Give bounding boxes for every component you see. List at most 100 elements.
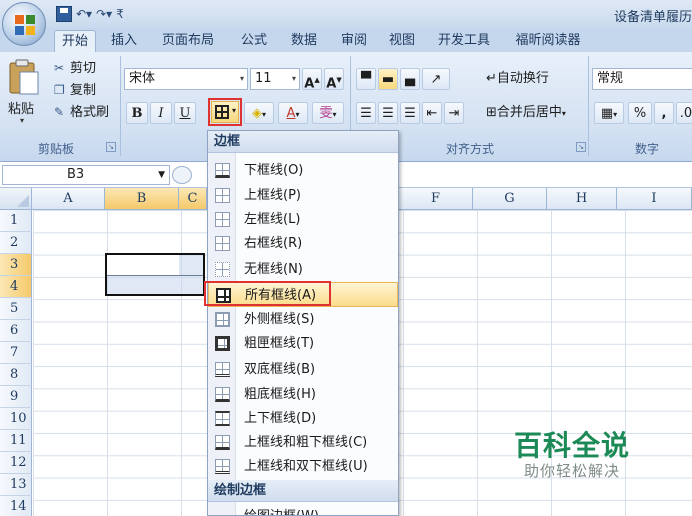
percent-button[interactable]: % [628,102,652,124]
comma-button[interactable]: , [654,102,674,124]
column-header[interactable]: C [179,188,207,210]
merge-center-label: 合并后居中 [496,105,562,120]
orientation-icon[interactable]: ↗ [422,68,450,90]
menu-item-no-border[interactable]: 无框线(N) [208,257,398,282]
paste-dropdown-icon[interactable]: ▾ [20,116,24,125]
menu-item-label: 双底框线(B) [244,362,316,377]
row-header[interactable]: 6 [0,320,32,342]
row-header[interactable]: 13 [0,474,32,496]
save-icon[interactable] [56,6,72,22]
menu-item-left-border[interactable]: 左框线(L) [208,207,398,232]
copy-button[interactable]: ❐ 复制 [54,80,96,100]
office-button[interactable] [2,2,46,46]
menu-item-right-border[interactable]: 右框线(R) [208,231,398,256]
grow-font-button[interactable]: A▲ [302,68,322,91]
tab-developer[interactable]: 开发工具 [432,30,496,52]
align-right-icon[interactable]: ☰ [400,102,420,124]
number-group-label: 数字 [634,142,659,156]
redo-icon[interactable]: ↷▾ [96,7,112,21]
menu-item-top-thick-bottom-border[interactable]: 上框线和粗下框线(C) [208,430,398,455]
currency-icon: ▦ [600,106,614,121]
tab-formulas[interactable]: 公式 [236,30,272,52]
tab-view[interactable]: 视图 [384,30,420,52]
row-header[interactable]: 10 [0,408,32,430]
watermark-title: 百科全说 [514,429,631,462]
row-header[interactable]: 3 [0,254,32,276]
active-cell[interactable] [107,255,179,275]
align-top-icon[interactable]: ▀ [356,68,376,90]
increase-indent-icon[interactable]: ⇥ [444,102,464,124]
borders-button[interactable]: ▾ [211,101,239,123]
menu-item-thick-bottom-border[interactable]: 粗底框线(H) [208,382,398,407]
italic-button[interactable]: I [150,102,172,124]
row-header[interactable]: 1 [0,210,32,232]
column-header[interactable]: I [617,188,692,210]
row-header[interactable]: 5 [0,298,32,320]
tab-data[interactable]: 数据 [286,30,322,52]
menu-item-label: 粗匣框线(T) [244,336,315,351]
decrease-indent-icon[interactable]: ⇤ [422,102,442,124]
column-header[interactable]: H [547,188,617,210]
row-header[interactable]: 7 [0,342,32,364]
selected-range[interactable] [105,253,205,296]
menu-item-top-double-bottom-border[interactable]: 上框线和双下框线(U) [208,454,398,479]
menu-item-outside-borders[interactable]: 外侧框线(S) [208,307,398,332]
font-color-button[interactable]: A▾ [278,102,308,124]
menu-item-top-bottom-border[interactable]: 上下框线(D) [208,406,398,431]
row-header[interactable]: 2 [0,232,32,254]
select-all-corner[interactable] [0,188,32,210]
menu-item-label: 绘图边框(W) [244,504,319,515]
top-double-bottom-border-icon [215,459,230,474]
menu-item-bottom-border[interactable]: 下框线(O) [208,158,398,183]
alignment-launcher-icon[interactable]: ↘ [576,142,586,152]
row-header[interactable]: 8 [0,364,32,386]
outside-borders-icon [215,312,230,327]
align-left-icon[interactable]: ☰ [356,102,376,124]
font-name-select[interactable]: 宋体 ▾ [124,68,248,90]
bold-button[interactable]: B [126,102,148,124]
paste-button[interactable]: 粘贴 [8,98,34,117]
column-header[interactable]: B [105,188,179,210]
column-header[interactable]: A [32,188,105,210]
tab-page-layout[interactable]: 页面布局 [156,30,220,52]
menu-item-bottom-double-border[interactable]: 双底框线(B) [208,357,398,382]
phonetic-button[interactable]: 雯▾ [312,102,344,124]
underline-button[interactable]: U [174,102,196,124]
merge-center-button[interactable]: ⊞合并后居中▾ [486,102,566,124]
paste-icon[interactable] [8,58,40,96]
cut-button[interactable]: ✂ 剪切 [54,58,96,78]
phonetic-label: 雯 [319,106,333,121]
row-header[interactable]: 11 [0,430,32,452]
fill-color-button[interactable]: ◈▾ [244,102,274,124]
wrap-text-button[interactable]: ↵自动换行 [486,68,549,90]
align-middle-icon[interactable]: ▬ [378,68,398,90]
tab-review[interactable]: 审阅 [336,30,372,52]
align-center-icon[interactable]: ☰ [378,102,398,124]
row-header[interactable]: 14 [0,496,32,516]
tab-foxit-reader[interactable]: 福昕阅读器 [508,30,588,52]
tab-home[interactable]: 开始 [54,30,96,52]
undo-icon[interactable]: ↶▾ [76,7,92,21]
row-header[interactable]: 9 [0,386,32,408]
menu-item-draw-border[interactable]: ✎ 绘图边框(W) [208,504,398,515]
name-box[interactable]: B3 ▼ [2,165,170,185]
row-header[interactable]: 4 [0,276,32,298]
number-format-select[interactable]: 常规 [592,68,692,90]
tab-insert[interactable]: 插入 [106,30,142,52]
menu-item-thick-box-border[interactable]: 粗匣框线(T) [208,331,398,356]
column-header[interactable]: G [473,188,547,210]
font-size-select[interactable]: 11 ▾ [250,68,300,90]
increase-decimal-icon[interactable]: .0 [676,102,692,124]
customize-toolbar-icon[interactable]: ₹ [116,7,124,21]
menu-item-top-border[interactable]: 上框线(P) [208,183,398,208]
formula-bar-resize-handle[interactable] [172,166,192,184]
align-bottom-icon[interactable]: ▄ [400,68,420,90]
clipboard-launcher-icon[interactable]: ↘ [106,142,116,152]
currency-button[interactable]: ▦▾ [594,102,624,124]
merge-icon: ⊞ [486,105,497,120]
chevron-down-icon: ▾ [613,110,618,119]
format-painter-button[interactable]: ✎ 格式刷 [54,102,109,122]
row-header[interactable]: 12 [0,452,32,474]
column-header[interactable]: F [399,188,473,210]
shrink-font-button[interactable]: A▼ [324,68,344,91]
